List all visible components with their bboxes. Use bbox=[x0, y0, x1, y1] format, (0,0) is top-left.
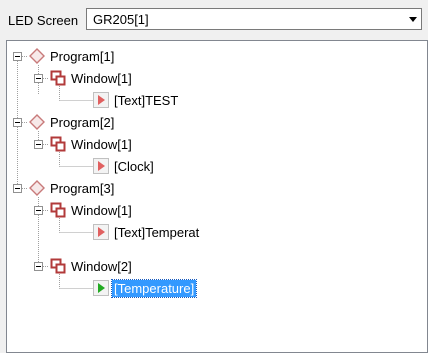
tree-node-program3-window2[interactable]: Window[2] bbox=[69, 258, 134, 275]
collapse-toggle-program2[interactable] bbox=[13, 118, 22, 127]
tree-node-program1[interactable]: Program[1] bbox=[48, 48, 116, 65]
collapse-toggle-program3-window2[interactable] bbox=[34, 262, 43, 271]
play-item-icon bbox=[93, 92, 109, 108]
tree-node-program1-text-test[interactable]: [Text]TEST bbox=[112, 92, 180, 109]
tree-node-program3-window1[interactable]: Window[1] bbox=[69, 202, 134, 219]
program-diamond-icon bbox=[29, 180, 45, 196]
window-icon bbox=[50, 136, 66, 152]
tree-node-program3-text-temperat[interactable]: [Text]Temperat bbox=[112, 224, 201, 241]
window-icon bbox=[50, 202, 66, 218]
collapse-toggle-program3[interactable] bbox=[13, 184, 22, 193]
collapse-toggle-program3-window1[interactable] bbox=[34, 206, 43, 215]
program-diamond-icon bbox=[29, 48, 45, 64]
collapse-toggle-program1[interactable] bbox=[13, 52, 22, 61]
chevron-down-icon[interactable] bbox=[409, 17, 417, 22]
collapse-toggle-program2-window1[interactable] bbox=[34, 140, 43, 149]
tree-connectors bbox=[17, 56, 93, 289]
led-screen-value: GR205[1] bbox=[93, 12, 149, 27]
led-screen-dropdown[interactable]: GR205[1] bbox=[86, 8, 422, 30]
play-item-icon-active bbox=[93, 280, 109, 296]
tree-node-program2-window1[interactable]: Window[1] bbox=[69, 136, 134, 153]
play-item-icon bbox=[93, 158, 109, 174]
program-diamond-icon bbox=[29, 114, 45, 130]
tree-node-program2-clock[interactable]: [Clock] bbox=[112, 158, 156, 175]
tree-node-program3-temperature[interactable]: [Temperature] bbox=[110, 279, 198, 298]
play-item-icon bbox=[93, 224, 109, 240]
led-screen-label: LED Screen bbox=[8, 13, 79, 28]
window-icon bbox=[50, 258, 66, 274]
tree-node-program3[interactable]: Program[3] bbox=[48, 180, 116, 197]
tree-node-program2[interactable]: Program[2] bbox=[48, 114, 116, 131]
program-tree[interactable]: Program[1] Window[1] [Text]TEST Program[… bbox=[6, 40, 428, 353]
toolbar: LED Screen GR205[1] bbox=[0, 0, 428, 40]
collapse-toggle-program1-window1[interactable] bbox=[34, 74, 43, 83]
tree-node-program1-window1[interactable]: Window[1] bbox=[69, 70, 134, 87]
window-icon bbox=[50, 70, 66, 86]
